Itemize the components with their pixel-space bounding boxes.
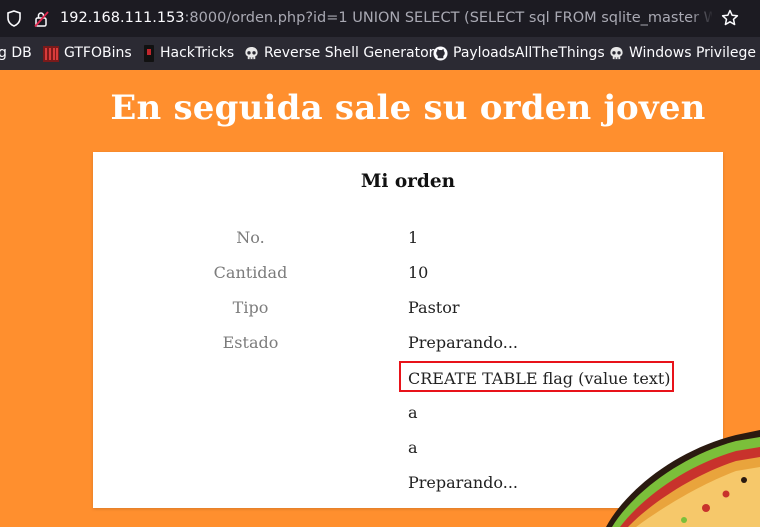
order-card-title: Mi orden (360, 171, 456, 192)
bookmark-star-icon[interactable] (721, 9, 739, 27)
url-text[interactable]: 192.168.111.153:8000/orden.php?id=1 UNIO… (60, 9, 712, 27)
skull-icon (610, 46, 623, 60)
url-path: :8000/orden.php?id=1 UNION SELECT (SELEC… (184, 10, 712, 26)
taco-mascot-icon (606, 430, 760, 527)
insecure-lock-icon[interactable] (33, 10, 51, 28)
bookmarks-toolbar: g DB GTFOBins HackTricks Reverse Shell G… (0, 37, 760, 70)
value-extra-1: a (408, 403, 418, 422)
github-icon (433, 46, 448, 61)
bookmark-label: g DB (0, 45, 32, 61)
bookmark-db[interactable]: g DB (0, 37, 32, 70)
value-quantity: 10 (408, 263, 429, 282)
hacktricks-icon (144, 45, 154, 62)
value-extra-status: Preparando... (408, 473, 519, 492)
bookmark-reverse-shell[interactable]: Reverse Shell Generator (244, 37, 434, 70)
value-type: Pastor (408, 298, 460, 317)
value-number: 1 (408, 228, 419, 247)
label-number: No. (236, 228, 265, 247)
gtfobins-icon (43, 45, 59, 62)
url-bar[interactable]: 192.168.111.153:8000/orden.php?id=1 UNIO… (0, 0, 760, 37)
label-status: Estado (222, 333, 279, 352)
bookmark-label: Windows Privilege E (629, 45, 760, 61)
red-highlight-box (399, 361, 674, 392)
shield-icon[interactable] (6, 10, 22, 27)
bookmark-payloads[interactable]: PayloadsAllTheThings (433, 37, 605, 70)
page-headline: En seguida sale su orden joven (110, 88, 706, 128)
url-fade (690, 0, 714, 37)
label-type: Tipo (232, 298, 269, 317)
bookmark-label: GTFOBins (64, 45, 132, 61)
bookmark-hacktricks[interactable]: HackTricks (143, 37, 234, 70)
label-quantity: Cantidad (213, 263, 288, 282)
bookmark-label: PayloadsAllTheThings (453, 45, 605, 61)
value-extra-2: a (408, 438, 418, 457)
url-host: 192.168.111.153 (60, 10, 185, 26)
bookmark-windows-privesc[interactable]: Windows Privilege E (609, 37, 760, 70)
value-status: Preparando... (408, 333, 519, 352)
bookmark-label: HackTricks (160, 45, 235, 61)
bookmark-gtfobins[interactable]: GTFOBins (43, 37, 132, 70)
skull-icon (245, 46, 258, 60)
bookmark-label: Reverse Shell Generator (264, 45, 435, 61)
